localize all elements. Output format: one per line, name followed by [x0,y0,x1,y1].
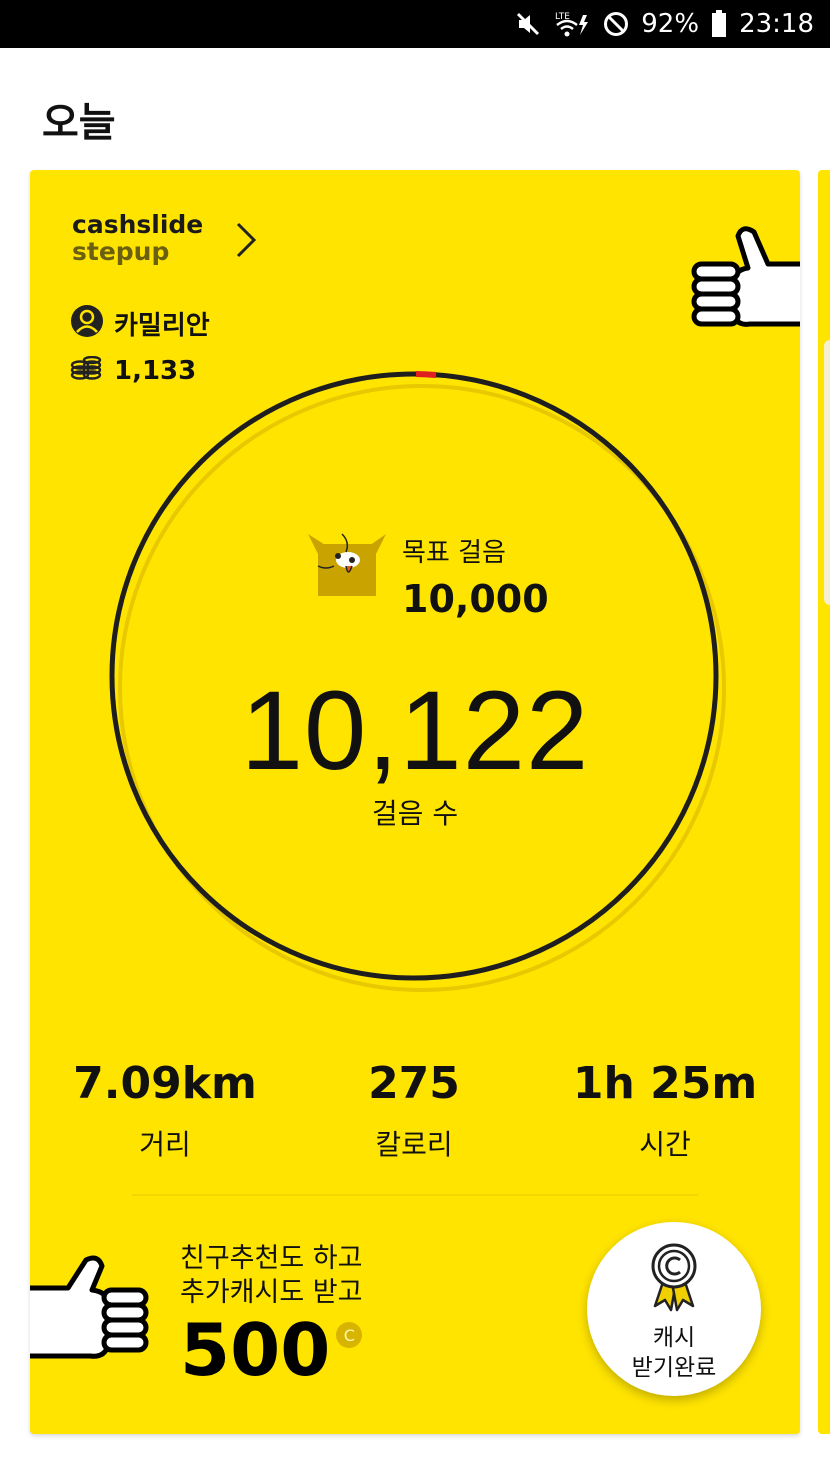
cash-button-label-1: 캐시 [652,1325,696,1351]
stat-calories: 275 칼로리 [289,1058,539,1163]
do-not-disturb-icon [603,11,629,37]
battery-icon [711,10,727,38]
divider [132,1194,698,1196]
step-count-label: 걸음 수 [371,797,459,830]
step-card: cashslide stepup 카밀리안 1,133 목표 걸음 10,000… [30,170,800,1434]
promo-line-1: 친구추천도 하고 [180,1243,363,1274]
promo-line-2: 추가캐시도 받고 [180,1277,363,1308]
clock: 23:18 [739,9,814,39]
goal-steps: 목표 걸음 10,000 [308,530,549,621]
lte-signal-icon: LTE [553,9,591,39]
receive-cash-button[interactable]: 캐시 받기완료 [587,1222,761,1396]
stat-distance: 7.09km 거리 [40,1058,290,1163]
cash-button-label-2: 받기완료 [631,1355,717,1381]
dog-mascot-icon [308,530,388,604]
stat-calories-value: 275 [368,1058,460,1109]
mute-icon [515,11,541,37]
stat-time-label: 시간 [639,1128,691,1161]
status-bar: LTE 92% 23:18 [0,0,830,48]
goal-label: 목표 걸음 [402,538,506,568]
promo-amount: 500 [180,1308,331,1392]
stat-calories-label: 칼로리 [375,1128,453,1161]
stat-time: 1h 25m 시간 [540,1058,790,1163]
progress-marker [415,371,437,378]
stat-distance-value: 7.09km [73,1058,257,1109]
thumbs-up-promo-icon [30,1254,152,1370]
page-title: 오늘 [42,100,116,146]
award-ribbon-icon [647,1242,701,1316]
cash-coin-icon: C [336,1322,363,1348]
battery-percent: 92% [641,9,700,39]
next-card-content [824,340,830,605]
referral-promo[interactable]: 친구추천도 하고 추가캐시도 받고 500 C [180,1242,362,1386]
stat-distance-label: 거리 [139,1128,191,1161]
step-count: 10,122 [240,668,590,793]
goal-value: 10,000 [402,577,549,621]
stat-time-value: 1h 25m [572,1058,758,1109]
